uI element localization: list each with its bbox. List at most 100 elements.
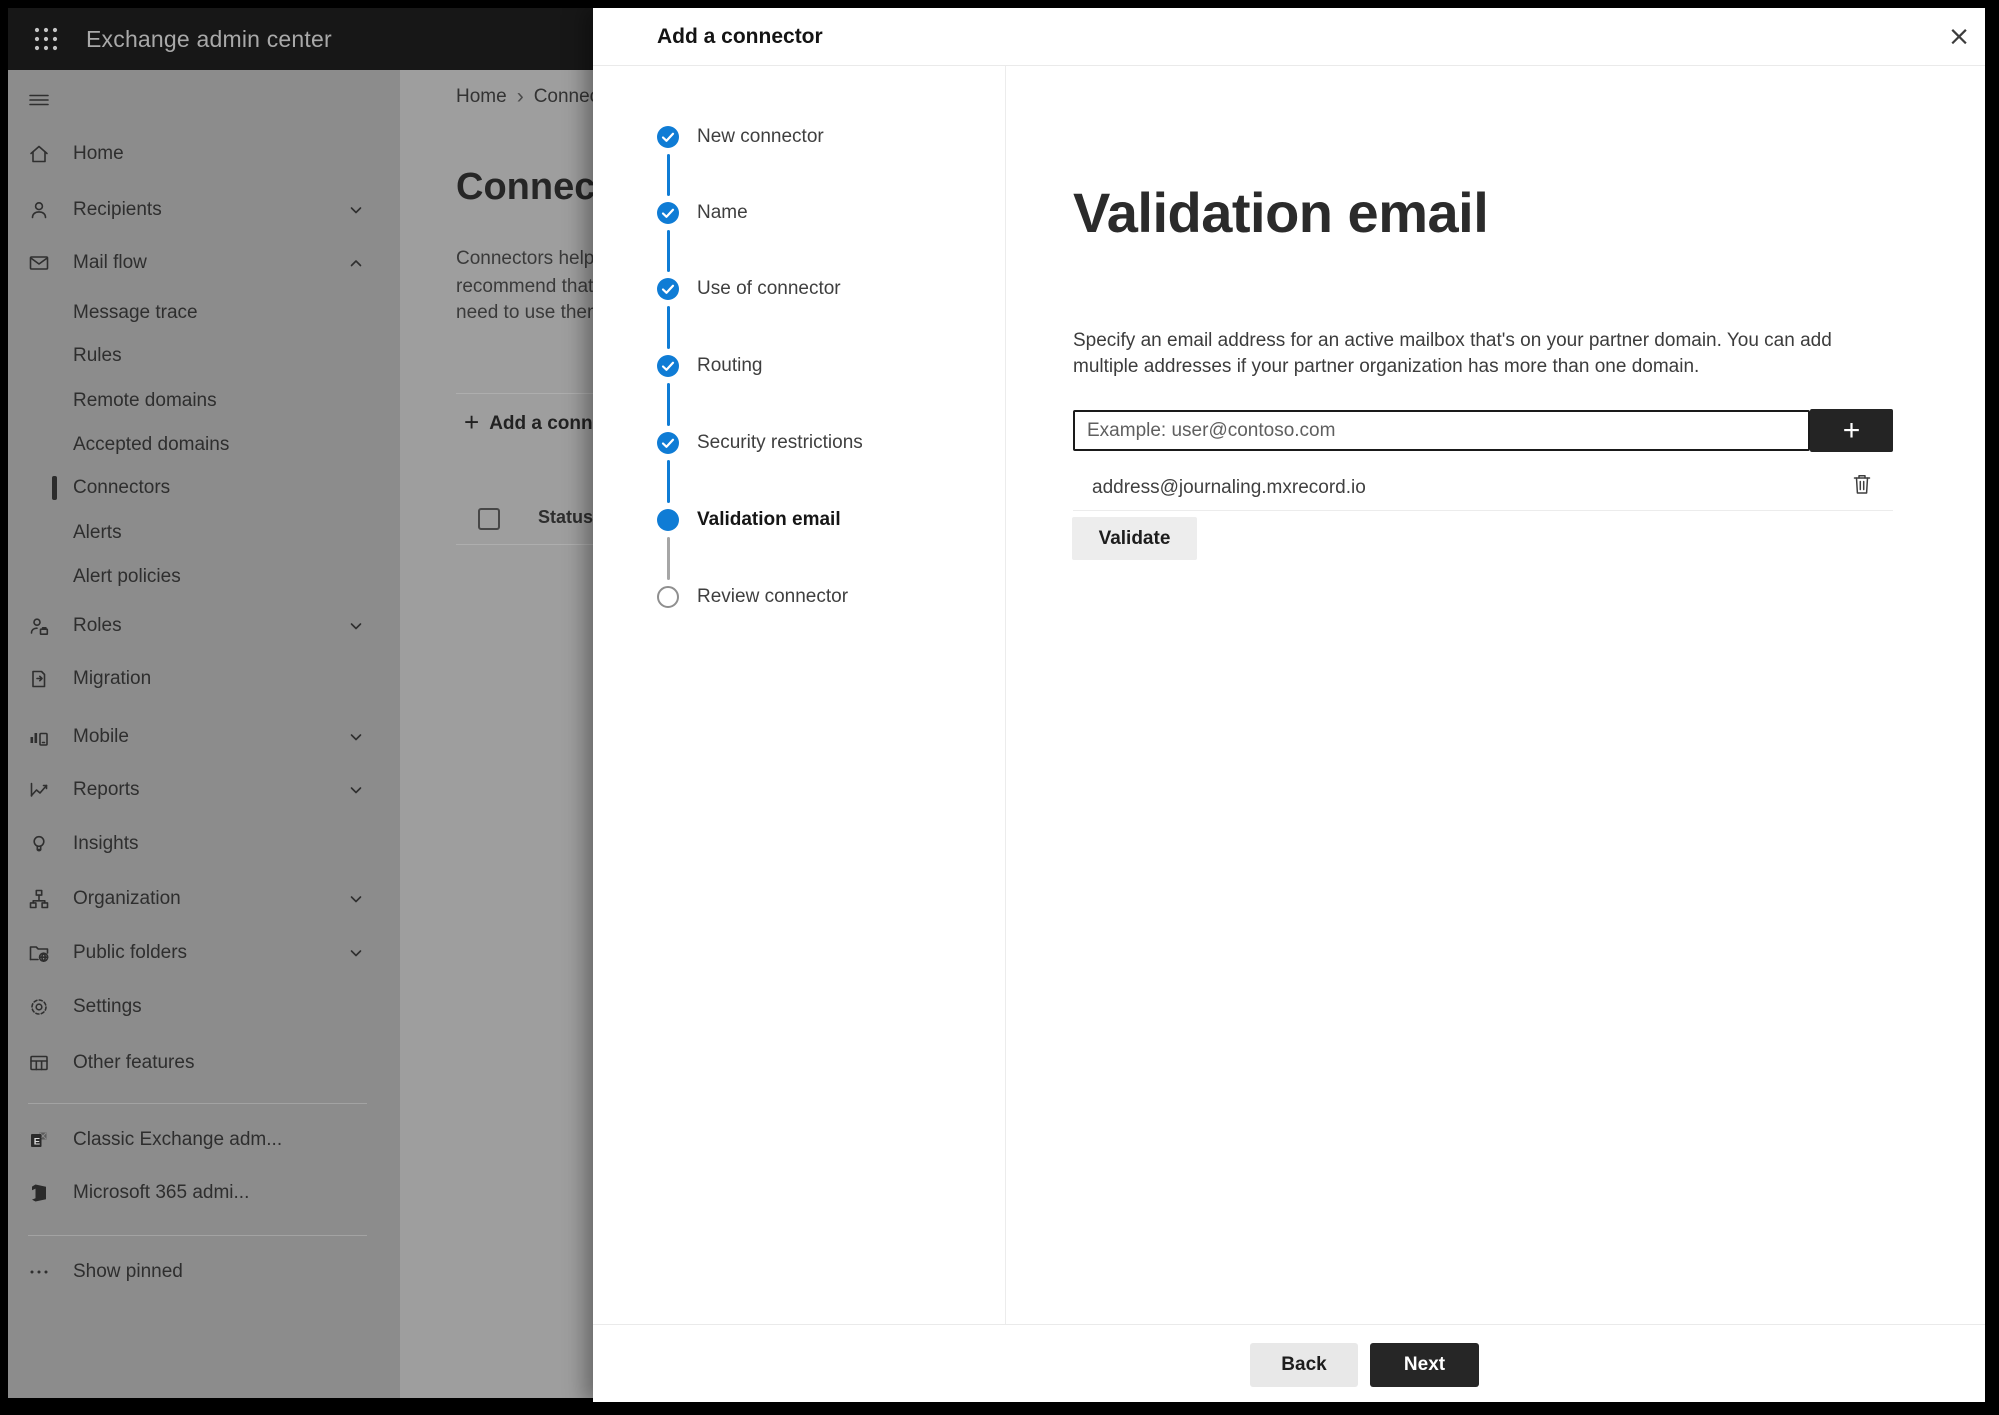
- chevron-down-icon: [348, 618, 364, 634]
- sidebar-item-label: Classic Exchange adm...: [73, 1129, 283, 1150]
- step-use-of-connector[interactable]: Use of connector: [593, 267, 993, 311]
- sidebar-item-label: Mobile: [73, 726, 129, 747]
- step-label: New connector: [697, 126, 824, 147]
- step-completed-icon: [657, 355, 679, 377]
- sidebar-item-recipients[interactable]: Recipients: [8, 188, 400, 232]
- sidebar-item-mobile[interactable]: Mobile: [8, 715, 400, 759]
- sidebar-item-alerts[interactable]: Alerts: [8, 511, 400, 555]
- address-row-divider: [1073, 510, 1893, 511]
- sidebar-item-mail-flow[interactable]: Mail flow: [8, 241, 400, 285]
- validation-email-address: address@journaling.mxrecord.io: [1092, 477, 1366, 498]
- step-label: Security restrictions: [697, 432, 863, 453]
- sidebar-item-label: Rules: [73, 345, 122, 366]
- validate-button[interactable]: Validate: [1072, 517, 1197, 560]
- sidebar-item-label: Connectors: [73, 477, 171, 498]
- sidebar-item-label: Roles: [73, 615, 122, 636]
- step-connector-line: [667, 537, 670, 580]
- step-validation-email[interactable]: Validation email: [593, 498, 993, 542]
- next-button[interactable]: Next: [1370, 1343, 1479, 1387]
- sidebar-item-connectors[interactable]: Connectors: [8, 466, 400, 510]
- add-connector-toolbar-label: Add a connector: [489, 413, 593, 434]
- app-launcher-icon[interactable]: [24, 17, 68, 61]
- sidebar-item-reports[interactable]: Reports: [8, 768, 400, 812]
- page-title: Connectors: [456, 166, 593, 208]
- sidebar-item-alert-policies[interactable]: Alert policies: [8, 555, 400, 599]
- close-icon[interactable]: ×: [1941, 19, 1977, 55]
- sidebar-item-classic-exchange[interactable]: E Classic Exchange adm...: [8, 1118, 400, 1162]
- step-connector-line: [667, 460, 670, 503]
- status-column-header[interactable]: Status: [538, 507, 593, 528]
- sidebar-item-home[interactable]: Home: [8, 132, 400, 176]
- dialog-title: Add a connector: [657, 24, 823, 48]
- sidebar-item-label: Reports: [73, 779, 140, 800]
- sidebar-item-insights[interactable]: Insights: [8, 822, 400, 866]
- sidebar-item-public-folders[interactable]: Public folders: [8, 931, 400, 975]
- step-connector-line: [667, 230, 670, 272]
- org-chart-icon: [27, 887, 51, 911]
- hamburger-menu-button[interactable]: [19, 80, 59, 120]
- sidebar-item-message-trace[interactable]: Message trace: [8, 291, 400, 335]
- sidebar-item-rules[interactable]: Rules: [8, 334, 400, 378]
- person-icon: [27, 198, 51, 222]
- sidebar-item-organization[interactable]: Organization: [8, 877, 400, 921]
- sidebar-item-label: Remote domains: [73, 390, 217, 411]
- sidebar-item-label: Accepted domains: [73, 434, 230, 455]
- step-current-icon: [657, 509, 679, 531]
- sidebar-item-settings[interactable]: Settings: [8, 985, 400, 1029]
- chevron-down-icon: [348, 782, 364, 798]
- breadcrumb: Home › Connectors: [456, 84, 593, 110]
- sidebar-item-label: Message trace: [73, 302, 198, 323]
- step-heading: Validation email: [1073, 181, 1489, 244]
- step-security-restrictions[interactable]: Security restrictions: [593, 421, 993, 465]
- sidebar-divider: [28, 1235, 367, 1236]
- breadcrumb-current-link[interactable]: Connectors: [534, 86, 593, 108]
- page-description-line: need to use them: [456, 302, 593, 323]
- step-review-connector[interactable]: Review connector: [593, 575, 993, 619]
- step-name[interactable]: Name: [593, 191, 993, 235]
- step-description-line: multiple addresses if your partner organ…: [1073, 356, 1700, 377]
- home-icon: [27, 142, 51, 166]
- validation-email-input[interactable]: [1073, 410, 1810, 451]
- sidebar-item-label: Organization: [73, 888, 181, 909]
- line-chart-icon: [27, 778, 51, 802]
- sidebar-item-accepted-domains[interactable]: Accepted domains: [8, 423, 400, 467]
- add-email-button[interactable]: +: [1810, 409, 1893, 452]
- screen: Exchange admin center Home Recipients Ma…: [0, 0, 1999, 1415]
- step-description-line: Specify an email address for an active m…: [1073, 330, 1832, 351]
- sidebar-item-migration[interactable]: Migration: [8, 657, 400, 701]
- sidebar-item-microsoft-365[interactable]: Microsoft 365 admi...: [8, 1171, 400, 1215]
- delete-address-button[interactable]: [1849, 471, 1875, 497]
- classic-exchange-icon: E: [27, 1128, 51, 1152]
- sidebar-item-label: Settings: [73, 996, 142, 1017]
- sidebar-item-roles[interactable]: Roles: [8, 604, 400, 648]
- step-label: Name: [697, 202, 748, 223]
- dialog-header-divider: [593, 65, 1985, 66]
- breadcrumb-home-link[interactable]: Home: [456, 86, 507, 108]
- step-routing[interactable]: Routing: [593, 344, 993, 388]
- sidebar-item-remote-domains[interactable]: Remote domains: [8, 379, 400, 423]
- back-button[interactable]: Back: [1250, 1343, 1358, 1387]
- sidebar-divider: [28, 1103, 367, 1104]
- chevron-up-icon: [348, 255, 364, 271]
- stepper-content-divider: [1005, 66, 1006, 1324]
- step-label: Use of connector: [697, 278, 841, 299]
- add-connector-toolbar-button[interactable]: + Add a connector: [464, 407, 593, 440]
- step-label: Review connector: [697, 586, 849, 607]
- sidebar-item-label: Alerts: [73, 522, 122, 543]
- page-description-line: recommend that: [456, 276, 593, 297]
- sidebar-item-label: Mail flow: [73, 252, 147, 273]
- mobile-icon: [27, 725, 51, 749]
- step-label: Routing: [697, 355, 763, 376]
- sidebar-item-label: Home: [73, 143, 124, 164]
- table-grid-icon: [27, 1051, 51, 1075]
- add-connector-dialog: Add a connector × New connector Name Use…: [593, 8, 1985, 1402]
- svg-text:E: E: [34, 1136, 40, 1147]
- roles-icon: [27, 614, 51, 638]
- select-all-checkbox[interactable]: [478, 508, 500, 530]
- sidebar-item-other-features[interactable]: Other features: [8, 1041, 400, 1085]
- step-new-connector[interactable]: New connector: [593, 115, 993, 159]
- toolbar-divider: [456, 393, 593, 394]
- step-connector-line: [667, 306, 670, 349]
- sidebar-item-show-pinned[interactable]: Show pinned: [8, 1250, 400, 1294]
- chevron-down-icon: [348, 891, 364, 907]
